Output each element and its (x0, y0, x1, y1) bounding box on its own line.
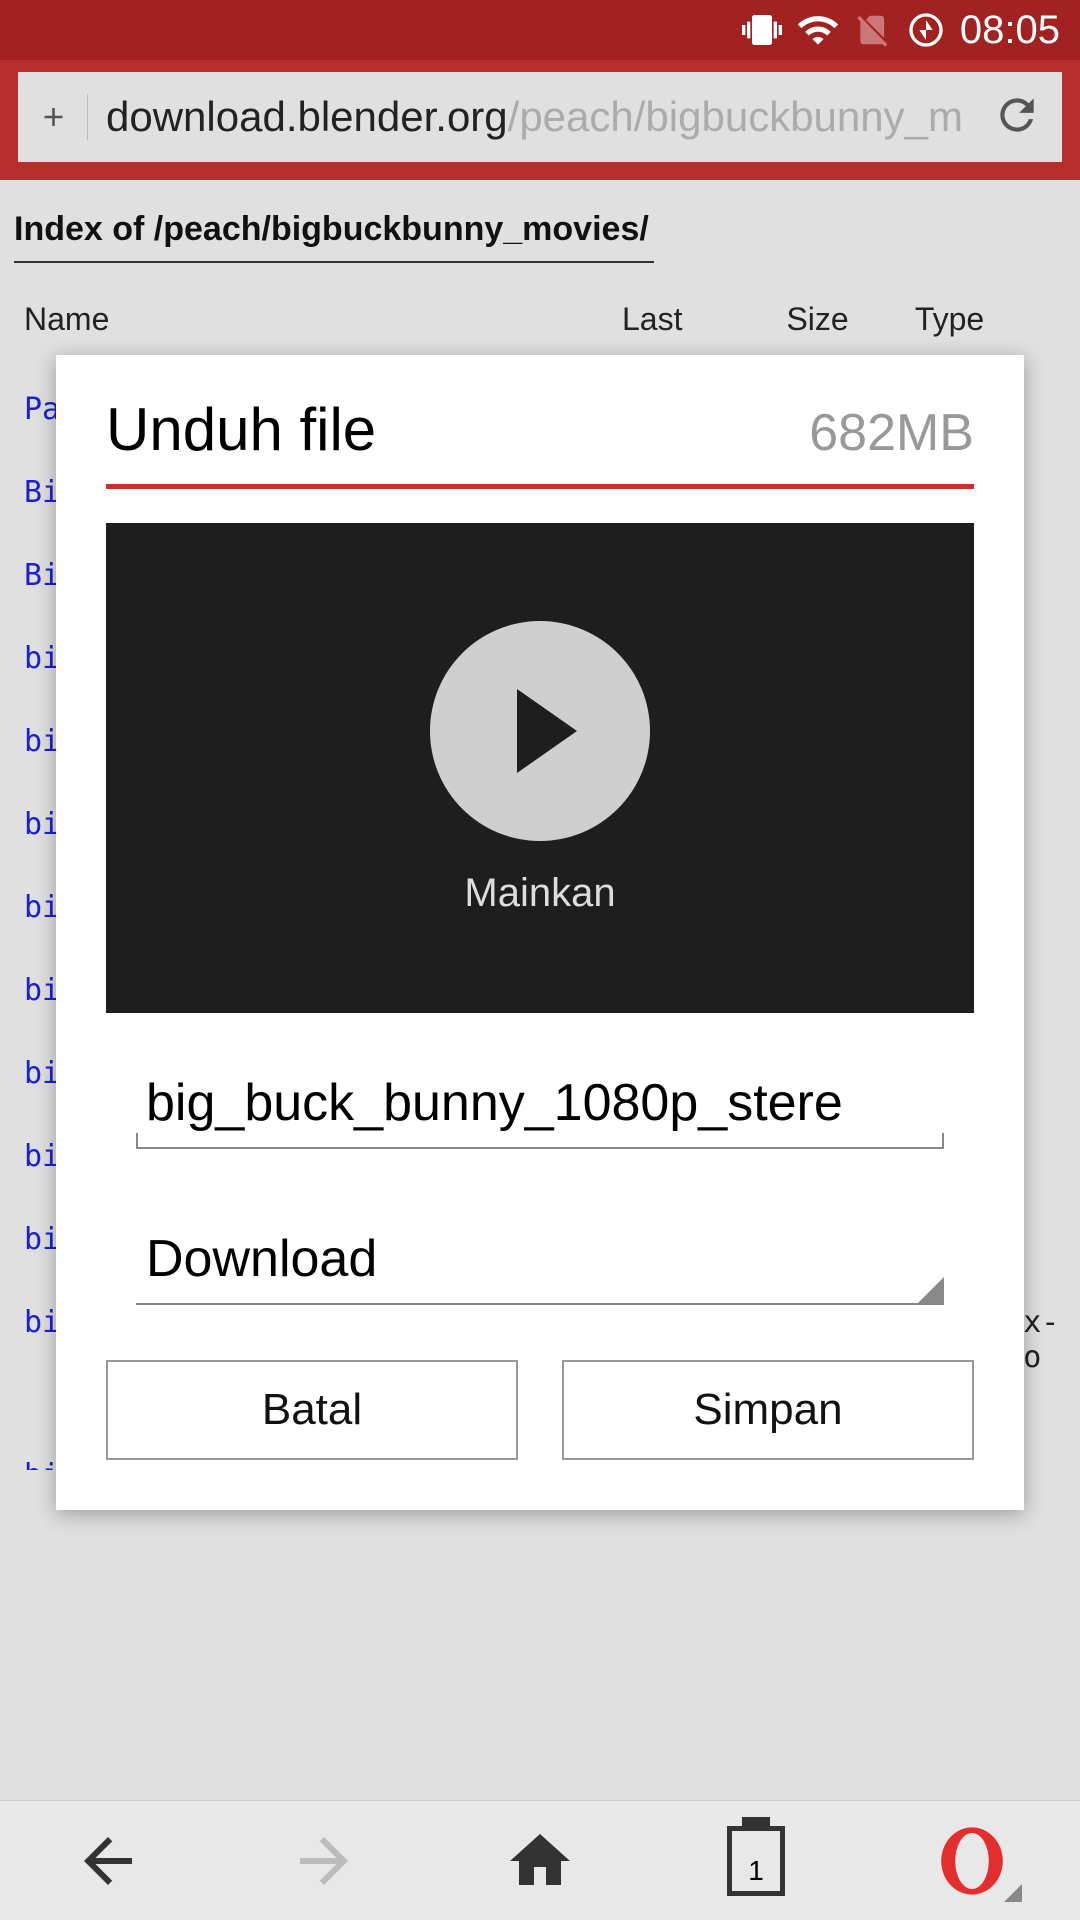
url-text[interactable]: download.blender.org/peach/bigbuckbunny_… (106, 93, 982, 141)
col-type: Type (905, 293, 1070, 368)
table-row: Bin/ (14, 534, 1069, 617)
table-row: bi (14, 783, 1069, 866)
table-row: big_buck_bunny_720p_h264.mov2008-May-273… (14, 1434, 1069, 1470)
table-row: bi fi (14, 1198, 1069, 1281)
browser-header: download.blender.org/peach/bigbuckbunny_… (0, 60, 1080, 180)
file-link[interactable]: bi (14, 617, 612, 700)
tabs-button[interactable]: 1 (716, 1826, 796, 1896)
back-button[interactable] (68, 1825, 148, 1897)
bottom-nav: 1 (0, 1800, 1080, 1920)
url-host: download.blender.org (106, 93, 508, 140)
forward-button[interactable] (284, 1825, 364, 1897)
table-row: bi (14, 1032, 1069, 1115)
file-link[interactable]: big_buck_bunny_720p_h264.mov (14, 1434, 612, 1470)
file-link[interactable]: bi (14, 783, 612, 866)
wifi-icon (796, 8, 840, 52)
file-link[interactable]: bi (14, 1115, 612, 1198)
file-link[interactable]: bi (14, 949, 612, 1032)
file-link[interactable]: bi (14, 1032, 612, 1115)
reload-button[interactable] (992, 90, 1042, 145)
table-row: bi (14, 1115, 1069, 1198)
data-saver-icon (906, 10, 946, 50)
vibrate-icon (742, 10, 782, 50)
col-size: Size (776, 293, 904, 368)
file-link[interactable]: bi fi (14, 1198, 612, 1281)
col-modified: Last (612, 293, 776, 368)
new-tab-button[interactable] (38, 94, 88, 140)
file-link[interactable]: Bi (14, 534, 612, 617)
page-title: Index of /peach/bigbuckbunny_movies/ (14, 210, 654, 263)
table-row: big_buck_bunny_480p_surround.avi2008-May… (14, 1281, 1069, 1434)
status-time: 08:05 (960, 8, 1060, 53)
table-row: bi (14, 617, 1069, 700)
page-content: Index of /peach/bigbuckbunny_movies/ Nam… (0, 180, 1080, 1470)
table-row: bi (14, 700, 1069, 783)
table-row: bi (14, 866, 1069, 949)
opera-menu-button[interactable] (932, 1826, 1012, 1896)
tab-count: 1 (748, 1855, 764, 1887)
no-sim-icon (854, 11, 892, 49)
table-row: Bi (14, 451, 1069, 534)
file-listing-table: Name Last Size Type PaBiBin/bibibibibibi… (14, 293, 1069, 1470)
file-link[interactable]: bi (14, 866, 612, 949)
menu-corner-icon (1004, 1884, 1022, 1902)
table-row: Pa (14, 368, 1069, 451)
file-link[interactable]: big_buck_bunny_480p_surround.avi (14, 1281, 612, 1434)
table-row: bi (14, 949, 1069, 1032)
file-link[interactable]: bi (14, 700, 612, 783)
col-name: Name (14, 293, 612, 368)
file-link[interactable]: Bi (14, 451, 612, 534)
url-path: /peach/bigbuckbunny_m (508, 93, 963, 140)
url-bar[interactable]: download.blender.org/peach/bigbuckbunny_… (18, 72, 1062, 162)
home-button[interactable] (500, 1825, 580, 1897)
file-link[interactable]: Pa (14, 368, 612, 451)
status-bar: 08:05 (0, 0, 1080, 60)
